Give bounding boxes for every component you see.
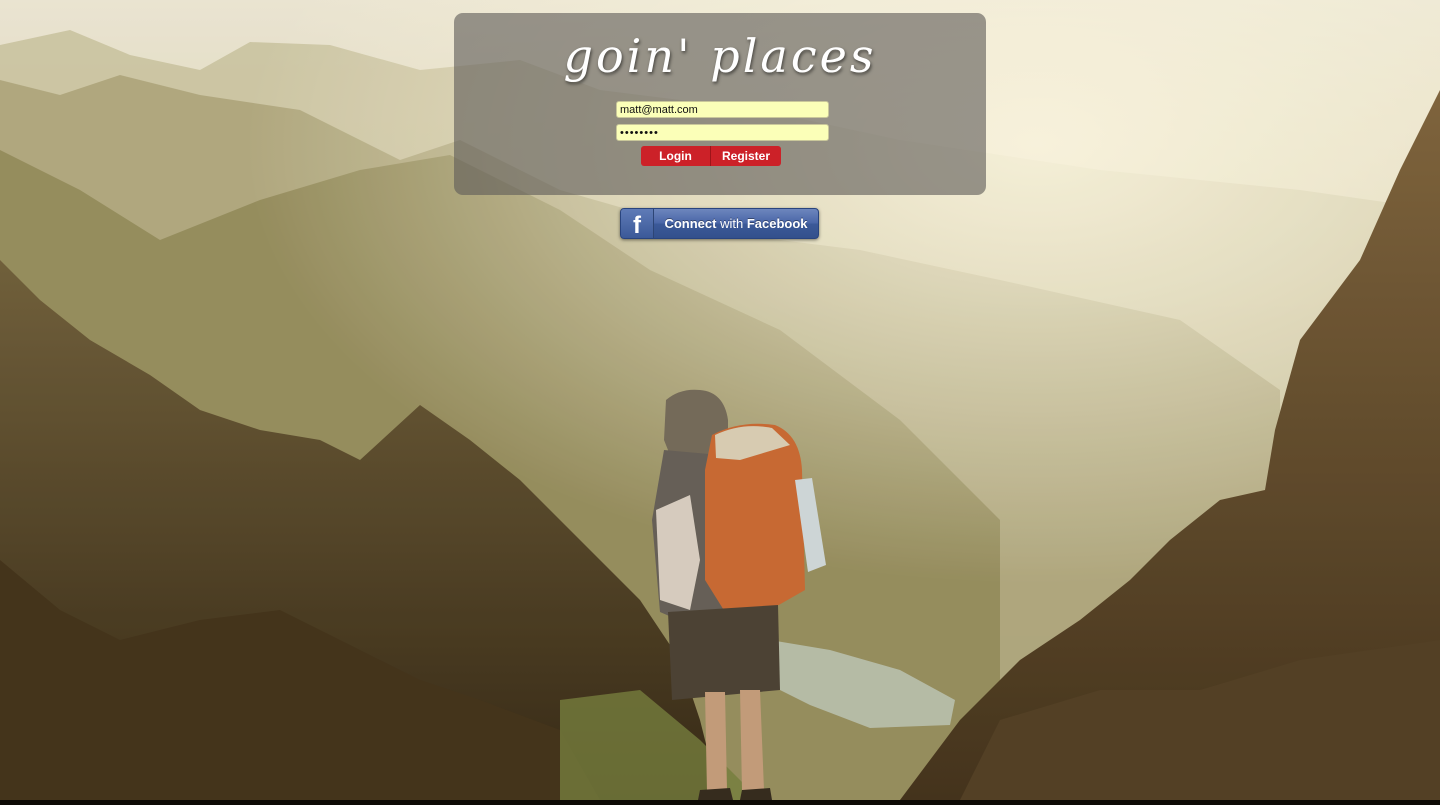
connect-word: Connect: [664, 216, 717, 231]
facebook-connect-button[interactable]: f Connect with Facebook: [620, 208, 819, 239]
app-logo: goin' places: [563, 29, 877, 83]
facebook-connect-label: Connect with Facebook: [654, 209, 818, 238]
email-field[interactable]: [616, 101, 829, 118]
login-panel: goin' places Login Register: [454, 13, 986, 195]
facebook-word: Facebook: [746, 216, 808, 231]
password-field[interactable]: [616, 124, 829, 141]
register-button[interactable]: Register: [711, 146, 781, 166]
login-button[interactable]: Login: [641, 146, 711, 166]
facebook-icon: f: [621, 209, 654, 239]
bottom-strip: [0, 800, 1440, 805]
with-word: with: [720, 216, 744, 231]
